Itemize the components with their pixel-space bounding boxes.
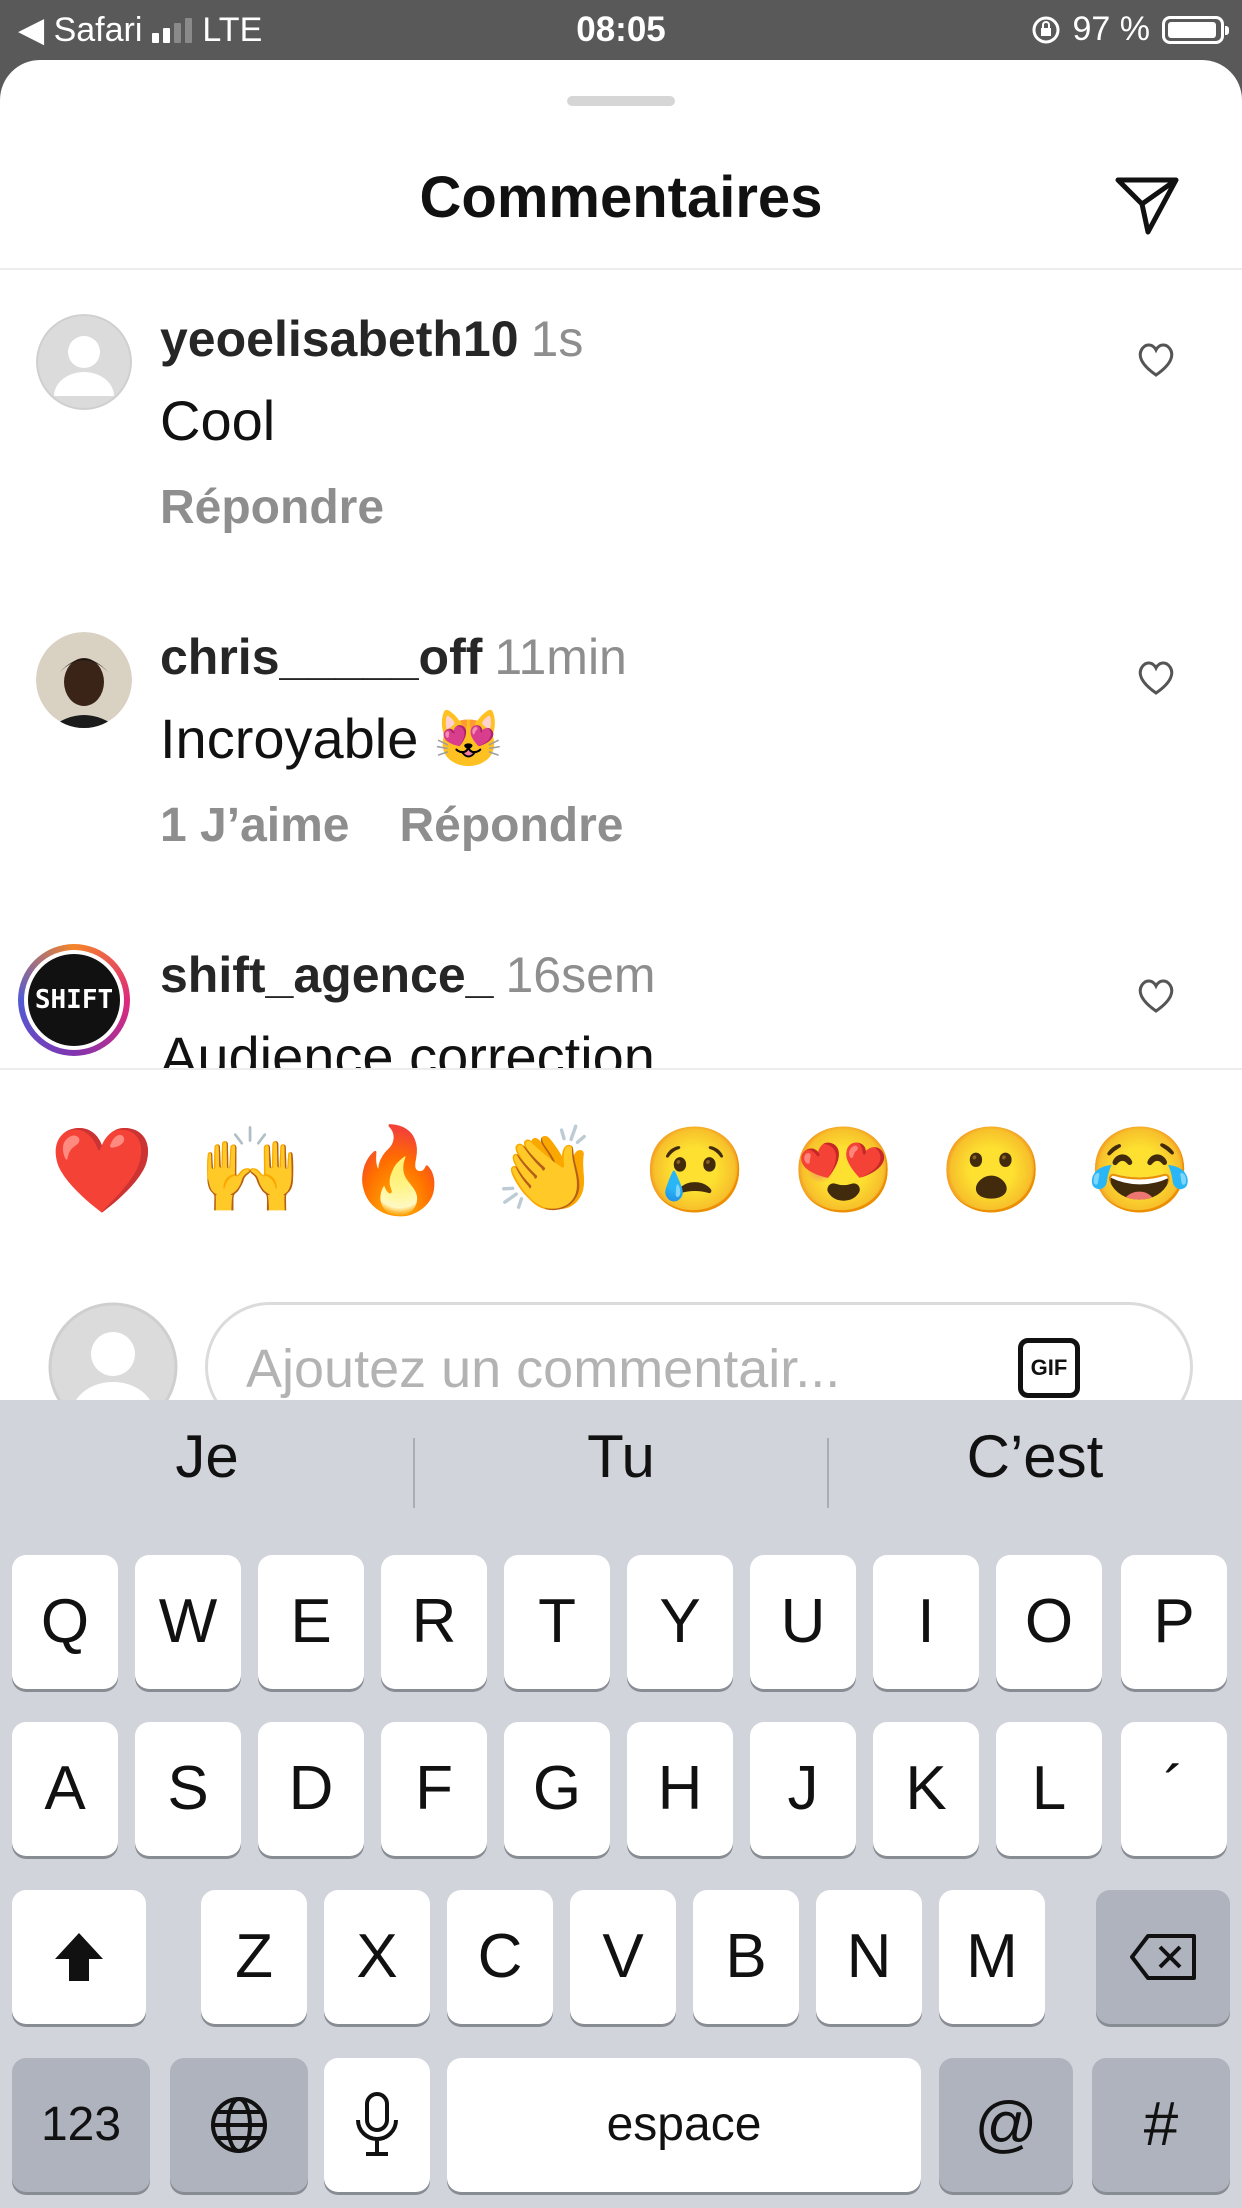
emoji-surprised-button[interactable]: 😮 (932, 1110, 1052, 1230)
key-v[interactable]: V (570, 1890, 676, 2024)
comment-header: shift_agence_ 16sem (160, 946, 656, 1004)
emoji-heart-eyes-button[interactable]: 😍 (783, 1110, 903, 1230)
key-d[interactable]: D (258, 1722, 364, 1856)
key-s[interactable]: S (135, 1722, 241, 1856)
key-o[interactable]: O (996, 1555, 1102, 1689)
comment-time: 1s (530, 311, 584, 367)
hash-key[interactable]: # (1092, 2058, 1230, 2192)
gif-button[interactable]: GIF (1018, 1338, 1080, 1398)
comment-time: 11min (494, 629, 627, 685)
key-y[interactable]: Y (627, 1555, 733, 1689)
globe-key[interactable] (170, 2058, 308, 2192)
status-bar: ◀ Safari LTE 08:05 97 % (0, 0, 1242, 60)
comment-username[interactable]: yeoelisabeth10 (160, 311, 519, 367)
sheet-grabber-handle[interactable] (567, 96, 675, 106)
rotation-lock-icon (1032, 16, 1059, 43)
shift-arrow-icon (55, 1933, 103, 1981)
comment-username[interactable]: chris_____off (160, 629, 482, 685)
key-acute-accent[interactable]: ´ (1121, 1722, 1227, 1856)
emoji-divider (0, 1068, 1242, 1070)
comments-list[interactable]: yeoelisabeth10 1s Cool Répondre chris____… (0, 270, 1242, 1068)
space-key[interactable]: espace (447, 2058, 921, 2192)
comment-item: SHIFT shift_agence_ 16sem Audience correc… (0, 906, 1242, 1068)
shift-logo: SHIFT (28, 954, 120, 1046)
key-r[interactable]: R (381, 1555, 487, 1689)
key-p[interactable]: P (1121, 1555, 1227, 1689)
predictive-bar: Je Tu C’est (0, 1400, 1242, 1530)
comment-header: yeoelisabeth10 1s (160, 310, 583, 368)
comment-item: chris_____off 11min Incroyable 😻 1 J’aime… (0, 588, 1242, 906)
comment-input-box: GIF (205, 1302, 1193, 1400)
prediction-suggestion[interactable]: Je (0, 1422, 414, 1491)
shift-key[interactable] (12, 1890, 146, 2024)
key-c[interactable]: C (447, 1890, 553, 2024)
battery-icon (1162, 15, 1229, 44)
comment-header: chris_____off 11min (160, 628, 627, 686)
emoji-heart-button[interactable]: ❤️ (42, 1110, 162, 1230)
comment-item: yeoelisabeth10 1s Cool Répondre (0, 270, 1242, 588)
microphone-icon (356, 2092, 398, 2156)
likes-count-link[interactable]: 1 J’aime (160, 799, 349, 852)
dictation-key[interactable] (324, 2058, 430, 2192)
numbers-key[interactable]: 123 (12, 2058, 150, 2192)
comment-username[interactable]: shift_agence_ (160, 947, 493, 1003)
avatar[interactable] (36, 632, 132, 728)
key-x[interactable]: X (324, 1890, 430, 2024)
prediction-suggestion[interactable]: C’est (828, 1422, 1242, 1491)
like-heart-icon[interactable] (1136, 976, 1176, 1016)
comment-text: Cool (160, 389, 276, 452)
battery-percent: 97 % (1072, 10, 1151, 48)
key-m[interactable]: M (939, 1890, 1045, 2024)
key-g[interactable]: G (504, 1722, 610, 1856)
key-n[interactable]: N (816, 1890, 922, 2024)
avatar[interactable] (36, 314, 132, 410)
key-z[interactable]: Z (201, 1890, 307, 2024)
emoji-clap-button[interactable]: 👏 (487, 1110, 607, 1230)
avatar (48, 1302, 178, 1400)
like-heart-icon[interactable] (1136, 340, 1176, 380)
comment-input-row: GIF (0, 1240, 1242, 1400)
emoji-laugh-button[interactable]: 😂 (1080, 1110, 1200, 1230)
comment-time: 16sem (505, 947, 656, 1003)
key-u[interactable]: U (750, 1555, 856, 1689)
key-t[interactable]: T (504, 1555, 610, 1689)
backspace-key[interactable] (1096, 1890, 1230, 2024)
key-l[interactable]: L (996, 1722, 1102, 1856)
keyboard: Je Tu C’est Q W E R T Y U I O P A S D F … (0, 1400, 1242, 2208)
at-key[interactable]: @ (939, 2058, 1073, 2192)
comment-actions: Répondre (160, 480, 434, 535)
emoji-fire-button[interactable]: 🔥 (339, 1110, 459, 1230)
reply-button[interactable]: Répondre (399, 799, 623, 852)
comment-text: Audience correction (160, 1025, 655, 1068)
avatar[interactable]: SHIFT (18, 944, 130, 1056)
prediction-suggestion[interactable]: Tu (414, 1422, 828, 1491)
key-i[interactable]: I (873, 1555, 979, 1689)
like-heart-icon[interactable] (1136, 658, 1176, 698)
comments-sheet: Commentaires yeoelisabeth10 1s Cool Répon… (0, 60, 1242, 1400)
key-w[interactable]: W (135, 1555, 241, 1689)
key-q[interactable]: Q (12, 1555, 118, 1689)
status-right: 97 % (1031, 10, 1229, 49)
comment-text: Incroyable 😻 (160, 707, 504, 770)
key-b[interactable]: B (693, 1890, 799, 2024)
share-send-icon[interactable] (1112, 168, 1182, 238)
page-title: Commentaires (419, 165, 823, 230)
comment-actions: 1 J’aime Répondre (160, 798, 673, 853)
key-k[interactable]: K (873, 1722, 979, 1856)
key-a[interactable]: A (12, 1722, 118, 1856)
emoji-raised-hands-button[interactable]: 🙌 (190, 1110, 310, 1230)
key-e[interactable]: E (258, 1555, 364, 1689)
key-j[interactable]: J (750, 1722, 856, 1856)
key-f[interactable]: F (381, 1722, 487, 1856)
emoji-cry-button[interactable]: 😢 (635, 1110, 755, 1230)
reply-button[interactable]: Répondre (160, 481, 384, 534)
key-h[interactable]: H (627, 1722, 733, 1856)
quick-emoji-bar: ❤️ 🙌 🔥 👏 😢 😍 😮 😂 (0, 1110, 1242, 1230)
globe-icon (211, 2097, 267, 2153)
comment-input[interactable] (244, 1329, 1008, 1400)
backspace-icon (1130, 1934, 1196, 1980)
